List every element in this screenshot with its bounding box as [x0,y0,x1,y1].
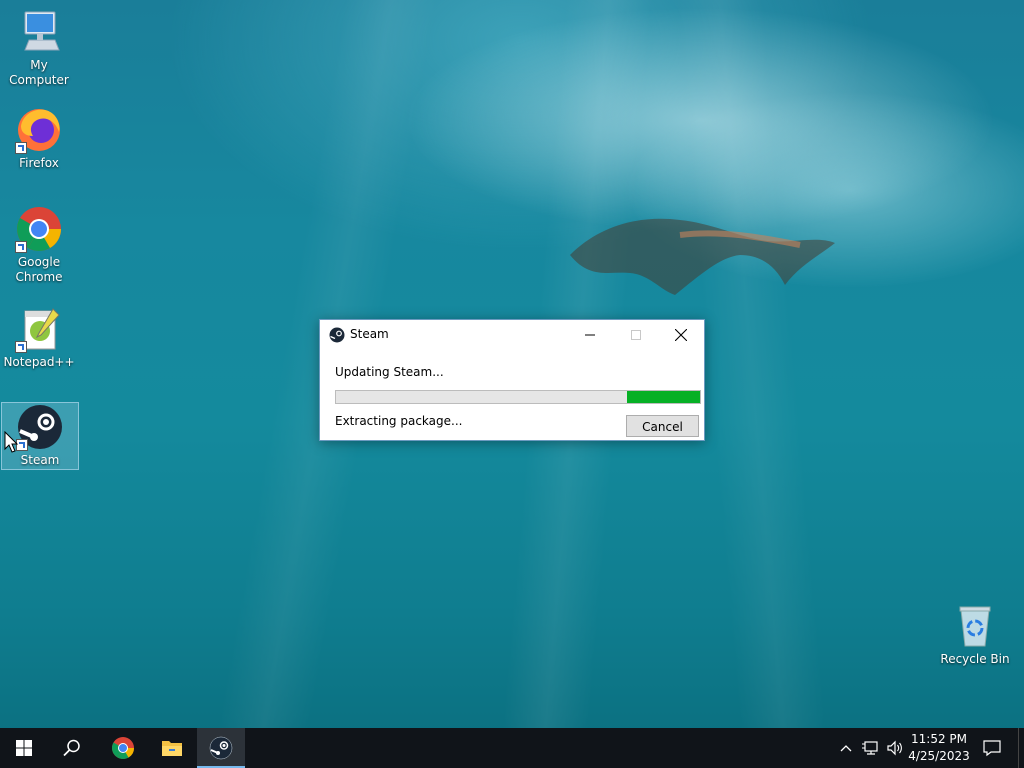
progress-fill [627,391,700,403]
wallpaper-diver [570,218,835,295]
desktop-icon-google-chrome[interactable]: Google Chrome [1,205,77,285]
dialog-title: Steam [350,327,389,341]
search-button[interactable] [48,728,96,768]
start-button[interactable] [0,728,48,768]
file-explorer-icon [162,741,182,756]
mouse-cursor-icon [4,431,18,453]
maximize-button [613,320,659,350]
computer-icon [15,8,63,56]
search-icon [63,739,80,757]
shortcut-arrow-icon [15,241,27,253]
network-button[interactable] [860,728,882,768]
shortcut-arrow-icon [15,142,27,154]
update-detail-text: Extracting package... [335,414,463,428]
taskbar-steam-button[interactable] [197,728,245,768]
volume-button[interactable] [884,728,906,768]
close-icon [675,329,687,341]
taskbar-file-explorer-button[interactable] [148,728,196,768]
steam-icon [329,327,345,343]
taskbar-clock[interactable]: 11:52 PM 4/25/2023 [906,731,972,765]
maximize-icon [631,330,641,340]
desktop-icon-label: Recycle Bin [940,652,1010,666]
desktop-icon-label: Google Chrome [15,255,63,284]
cancel-button[interactable]: Cancel [626,415,699,437]
show-hidden-icons-button[interactable] [836,728,856,768]
desktop-icon-recycle-bin[interactable]: Recycle Bin [937,602,1013,667]
desktop-icon-notepadpp[interactable]: Notepad++ [1,305,77,370]
update-status-text: Updating Steam... [335,365,444,379]
desktop-icon-my-computer[interactable]: My Computer [1,8,77,88]
steam-icon [16,403,64,451]
desktop-icon-label: Firefox [19,156,59,170]
steam-update-dialog: Steam Updating Steam... Extracting packa… [319,319,705,441]
firefox-icon [15,106,63,154]
action-center-button[interactable] [978,728,1006,768]
desktop-icon-firefox[interactable]: Firefox [1,106,77,171]
chrome-icon [15,205,63,253]
taskbar: 11:52 PM 4/25/2023 [0,728,1024,768]
chevron-up-icon [840,745,852,752]
network-icon [862,741,878,755]
steam-icon [209,736,233,760]
minimize-icon [585,334,595,336]
notification-icon [983,740,1001,757]
clock-time: 11:52 PM [911,732,967,746]
taskbar-chrome-button[interactable] [99,728,147,768]
volume-icon [887,740,902,756]
minimize-button[interactable] [567,320,613,350]
dialog-titlebar[interactable]: Steam [320,320,704,350]
show-desktop-button[interactable] [1018,728,1024,768]
notepadpp-icon [15,305,63,353]
close-button[interactable] [658,320,704,350]
start-icon [16,740,32,756]
update-progress-bar [335,390,701,404]
desktop-icon-label: Notepad++ [3,355,75,369]
chrome-icon [112,737,134,759]
desktop-icon-label: My Computer [9,58,69,87]
desktop-icon-label: Steam [20,453,60,467]
recycle-bin-icon [951,602,999,650]
shortcut-arrow-icon [15,341,27,353]
clock-date: 4/25/2023 [908,749,970,763]
